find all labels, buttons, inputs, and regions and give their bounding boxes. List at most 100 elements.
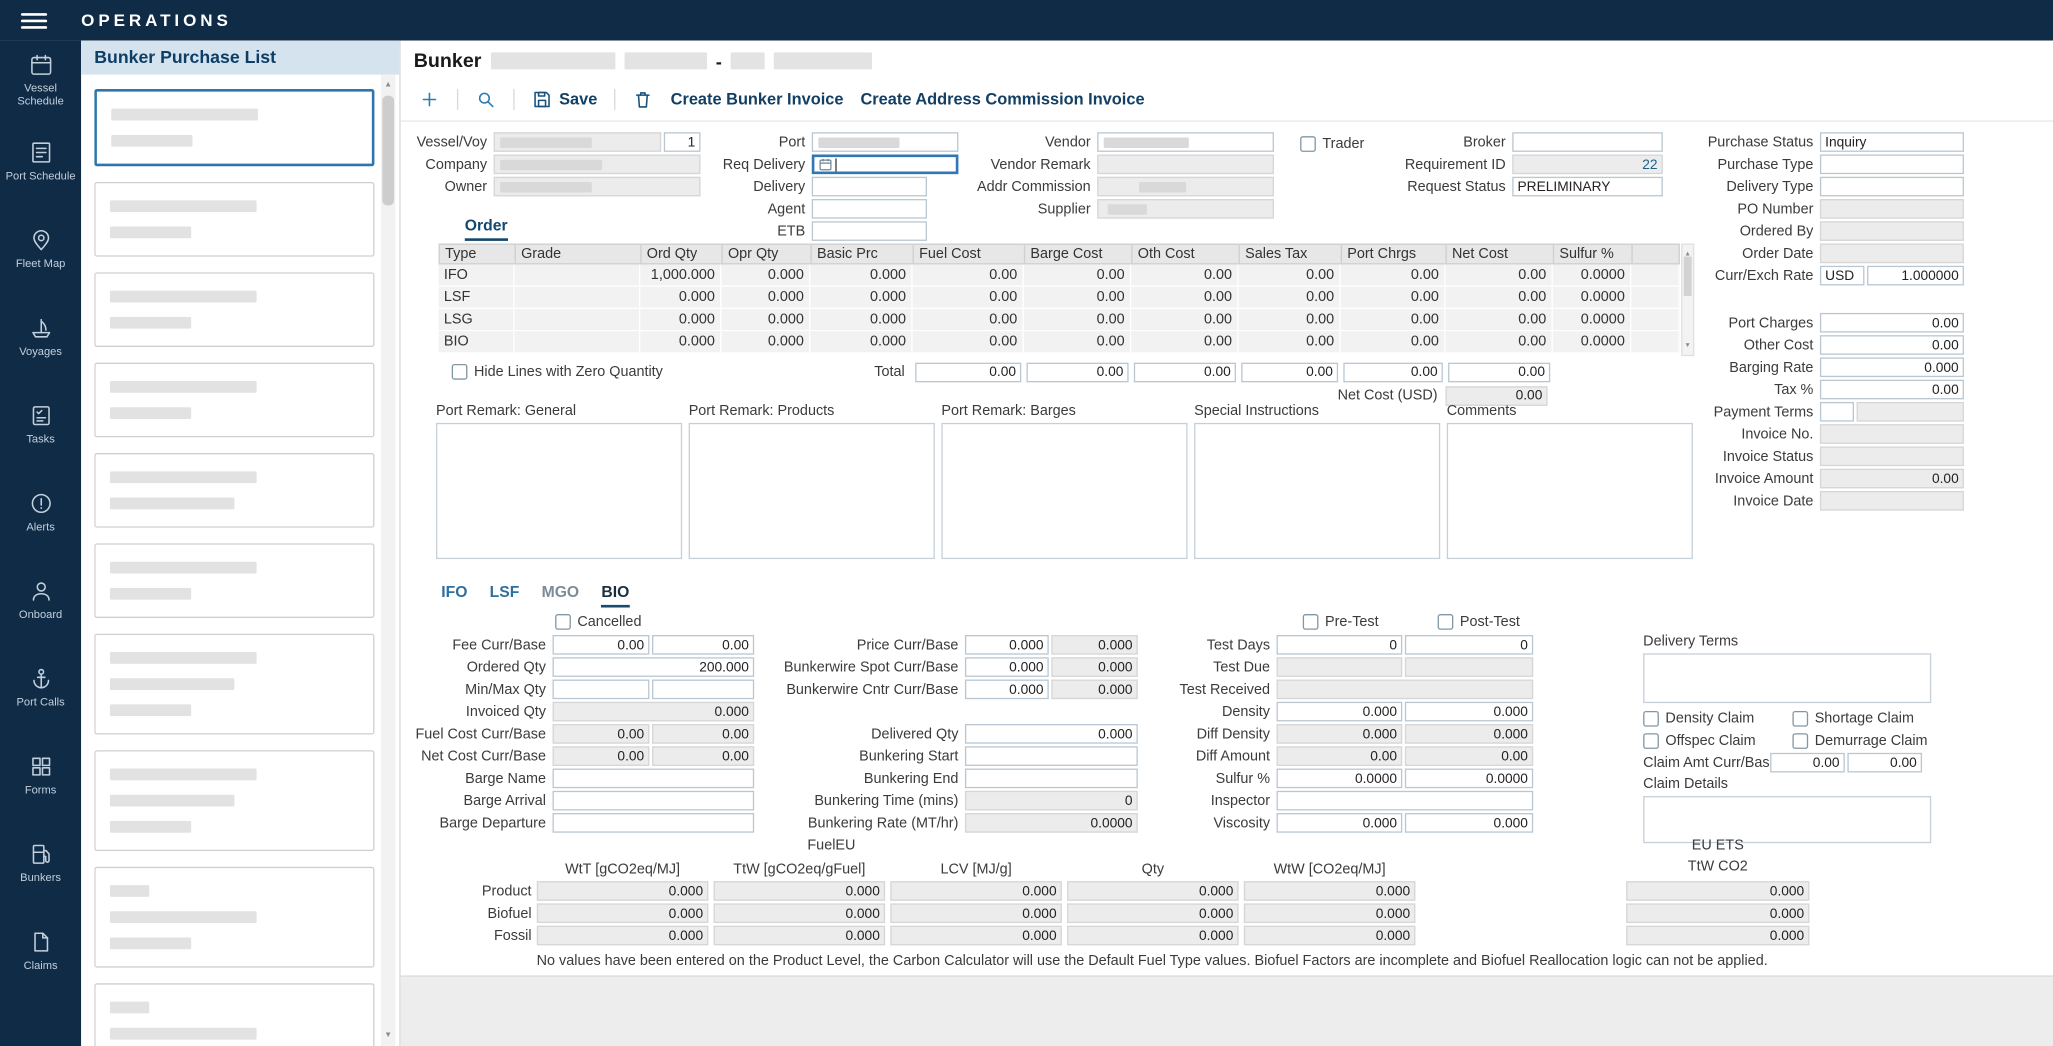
order-row-ifo[interactable]: IFO1,000.0000.0000.0000.000.000.000.000.…	[439, 264, 1680, 286]
vendor-remark-field[interactable]	[1097, 154, 1274, 174]
sulfur-field-1[interactable]: 0.0000	[1277, 769, 1403, 789]
test-due-field-1[interactable]	[1277, 657, 1403, 677]
total-field-1[interactable]: 0.00	[915, 362, 1021, 382]
menu-icon[interactable]	[21, 12, 47, 28]
tab-order[interactable]: Order	[465, 216, 508, 241]
remark-textarea[interactable]	[1194, 423, 1440, 559]
barge-name-field[interactable]	[553, 769, 755, 789]
payment-terms-field-2[interactable]	[1857, 402, 1964, 422]
net-cost-curr-base-field-2[interactable]: 0.00	[652, 746, 754, 766]
po-number-field[interactable]	[1820, 199, 1964, 219]
broker-field[interactable]	[1512, 132, 1663, 152]
fueleu-fossil-field-3[interactable]: 0.000	[890, 926, 1062, 946]
total-field-3[interactable]: 0.00	[1134, 362, 1236, 382]
order-col-ord-qty[interactable]: Ord Qty	[642, 245, 723, 263]
scroll-thumb[interactable]	[382, 96, 394, 206]
create-address-commission-invoice-button[interactable]: Create Address Commission Invoice	[860, 90, 1144, 108]
order-col-fuel-cost[interactable]: Fuel Cost	[914, 245, 1025, 263]
create-bunker-invoice-button[interactable]: Create Bunker Invoice	[671, 90, 844, 108]
test-days-field-2[interactable]: 0	[1405, 635, 1533, 655]
order-col-barge-cost[interactable]: Barge Cost	[1025, 245, 1132, 263]
purchase-list-item[interactable]	[94, 983, 374, 1046]
search-button[interactable]	[475, 89, 496, 110]
barge-arrival-field[interactable]	[553, 791, 755, 811]
order-row-bio[interactable]: BIO0.0000.0000.0000.000.000.000.000.000.…	[439, 331, 1680, 353]
payment-terms-field-1[interactable]	[1820, 402, 1854, 422]
sulfur-field-2[interactable]: 0.0000	[1405, 769, 1533, 789]
purchase-list-item[interactable]	[94, 750, 374, 851]
order-col-net-cost[interactable]: Net Cost	[1447, 245, 1554, 263]
sidebar-item-port-calls[interactable]: Port Calls	[0, 655, 81, 743]
ordered-qty-field[interactable]: 200.000	[553, 657, 755, 677]
bunkering-rate-mt-hr-field[interactable]: 0.0000	[965, 813, 1138, 833]
total-field-5[interactable]: 0.00	[1343, 362, 1443, 382]
ttw-co2-biofuel-field[interactable]: 0.000	[1626, 903, 1809, 923]
scroll-up-icon[interactable]: ▲	[381, 77, 395, 93]
density-field-2[interactable]: 0.000	[1405, 702, 1533, 722]
order-col-port-chrgs[interactable]: Port Chrgs	[1342, 245, 1447, 263]
sidebar-item-claims[interactable]: Claims	[0, 918, 81, 1006]
tax-field[interactable]: 0.00	[1820, 380, 1964, 400]
bunkering-time-mins-field[interactable]: 0	[965, 791, 1138, 811]
claim-details-textarea[interactable]	[1643, 796, 1931, 843]
save-button[interactable]: Save	[532, 89, 598, 110]
order-col-sales-tax[interactable]: Sales Tax	[1240, 245, 1342, 263]
bunkerwire-cntr-curr-base-field-1[interactable]: 0.000	[965, 680, 1049, 700]
port-field[interactable]	[812, 132, 959, 152]
supplier-field[interactable]	[1097, 199, 1274, 219]
fueleu-biofuel-field-2[interactable]: 0.000	[714, 903, 886, 923]
price-curr-base-field-1[interactable]: 0.000	[965, 635, 1049, 655]
vessel-voy-field-1[interactable]	[494, 132, 662, 152]
purchase-list-item[interactable]	[94, 272, 374, 347]
total-field-4[interactable]: 0.00	[1241, 362, 1338, 382]
order-col-sulfur[interactable]: Sulfur %	[1554, 245, 1633, 263]
remark-textarea[interactable]	[1447, 423, 1693, 559]
sidebar-item-onboard[interactable]: Onboard	[0, 567, 81, 655]
fueleu-fossil-field-2[interactable]: 0.000	[714, 926, 886, 946]
purchase-type-field[interactable]	[1820, 154, 1964, 174]
bunkering-start-field[interactable]	[965, 746, 1138, 766]
barging-rate-field[interactable]: 0.000	[1820, 357, 1964, 377]
hide-zero-checkbox[interactable]: Hide Lines with Zero Quantity	[452, 364, 663, 380]
port-charges-field[interactable]: 0.00	[1820, 313, 1964, 333]
req-delivery-field[interactable]	[812, 154, 959, 174]
diff-density-field-1[interactable]: 0.000	[1277, 724, 1403, 744]
agent-field[interactable]	[812, 199, 927, 219]
purchase-list-item[interactable]	[94, 363, 374, 438]
total-field-2[interactable]: 0.00	[1026, 362, 1128, 382]
bunkerwire-spot-curr-base-field-2[interactable]: 0.000	[1051, 657, 1137, 677]
sidebar-item-forms[interactable]: Forms	[0, 742, 81, 830]
fueleu-product-field-4[interactable]: 0.000	[1067, 881, 1239, 901]
curr-exch-rate-field-1[interactable]: USD	[1820, 266, 1865, 286]
sidebar-item-bunkers[interactable]: Bunkers	[0, 830, 81, 918]
diff-amount-field-2[interactable]: 0.00	[1405, 746, 1533, 766]
fueleu-biofuel-field-4[interactable]: 0.000	[1067, 903, 1239, 923]
fueleu-biofuel-field-3[interactable]: 0.000	[890, 903, 1062, 923]
vendor-field[interactable]	[1097, 132, 1274, 152]
order-col-grade[interactable]: Grade	[516, 245, 642, 263]
purchase-list-item[interactable]	[94, 182, 374, 257]
sidebar-item-alerts[interactable]: Alerts	[0, 479, 81, 567]
remark-textarea[interactable]	[436, 423, 682, 559]
claim-amt-curr-field[interactable]: 0.00	[1770, 753, 1845, 773]
ttw-co2-fossil-field[interactable]: 0.000	[1626, 926, 1809, 946]
add-button[interactable]	[419, 89, 440, 110]
delete-button[interactable]	[633, 89, 654, 110]
invoice-no-field[interactable]	[1820, 424, 1964, 444]
fueleu-product-field-1[interactable]: 0.000	[537, 881, 709, 901]
sidebar-item-port-schedule[interactable]: Port Schedule	[0, 128, 81, 216]
min-max-qty-field-1[interactable]	[553, 680, 650, 700]
test-days-field-1[interactable]: 0	[1277, 635, 1403, 655]
pre-test-checkbox[interactable]: Pre-Test	[1303, 614, 1379, 630]
viscosity-field-1[interactable]: 0.000	[1277, 813, 1403, 833]
vessel-voy-field-2[interactable]: 1	[664, 132, 701, 152]
fueleu-product-field-3[interactable]: 0.000	[890, 881, 1062, 901]
barge-departure-field[interactable]	[553, 813, 755, 833]
order-col-oth-cost[interactable]: Oth Cost	[1133, 245, 1240, 263]
diff-density-field-2[interactable]: 0.000	[1405, 724, 1533, 744]
sidebar-item-tasks[interactable]: Tasks	[0, 391, 81, 479]
fee-curr-base-field-2[interactable]: 0.00	[652, 635, 754, 655]
fuel-tab-lsf[interactable]: LSF	[490, 583, 520, 608]
delivery-field[interactable]	[812, 177, 927, 197]
inspector-field[interactable]	[1277, 791, 1534, 811]
